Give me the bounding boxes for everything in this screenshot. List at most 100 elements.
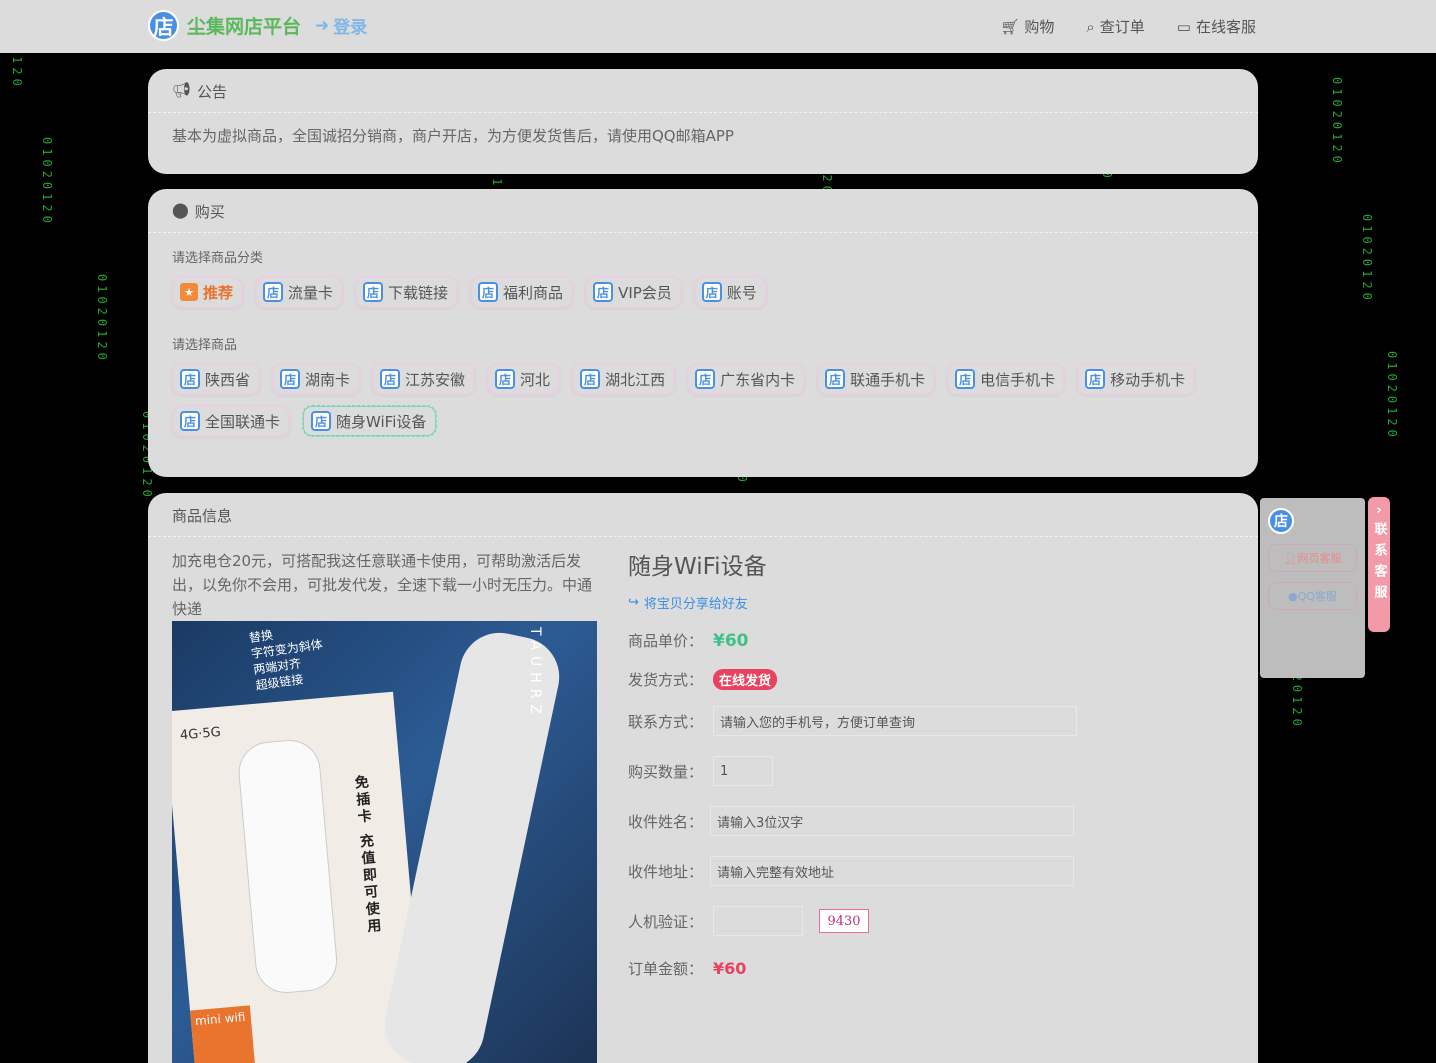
notice-panel: 📢︎ 公告 基本为虚拟商品，全国诚招分销商，商户开店，为方便发货售后，请使用QQ… — [148, 69, 1258, 174]
contact-service-label: 联系客服 — [1371, 522, 1387, 606]
store-icon: 店 — [825, 369, 846, 389]
captcha-row: 人机验证： 9430 — [628, 906, 1088, 936]
store-icon: 店 — [701, 282, 722, 302]
buy-title: 购买 — [194, 203, 225, 221]
nav-orders-label: 查订单 — [1099, 18, 1145, 36]
contact-input[interactable]: 请输入您的手机号，方便订单查询 — [713, 706, 1077, 736]
product-chip[interactable]: 店全国联通卡 — [172, 405, 291, 437]
mini-wifi-label: mini wifi — [190, 1005, 256, 1063]
address-label: 收件地址： — [628, 862, 704, 881]
nav-support-label: 在线客服 — [1195, 18, 1256, 36]
contact-service-tab[interactable]: › 联系客服 — [1368, 497, 1390, 632]
nav-shop[interactable]: 🛒︎ 购物 — [1000, 16, 1054, 37]
category-chip[interactable]: 店流量卡 — [255, 276, 344, 308]
share-link[interactable]: ↪ 将宝贝分享给好友 — [628, 593, 1088, 612]
chat-icon: ▭ — [1176, 17, 1191, 36]
sign-in-icon: ➜ — [315, 15, 330, 36]
store-icon: 店 — [495, 369, 516, 389]
login-label: 登录 — [333, 18, 368, 38]
recipient-input[interactable]: 请输入3位汉字 — [710, 806, 1074, 836]
product-chip[interactable]: 店联通手机卡 — [817, 363, 936, 395]
address-row: 收件地址： 请输入完整有效地址 — [628, 856, 1088, 886]
service-widget: 店 👤︎ 网页客服 ● QQ客服 — [1260, 498, 1365, 678]
login-link[interactable]: ➜ 登录 — [315, 13, 368, 39]
matrix-glyph-column: 01020120 — [95, 274, 109, 364]
matrix-glyph-column: 01020120 — [1360, 214, 1374, 304]
store-icon: 店 — [593, 282, 614, 302]
user-plus-icon: 👤︎ — [1283, 551, 1298, 565]
brand[interactable]: 店 尘集网店平台 ➜ 登录 — [148, 10, 367, 41]
qq-support-button[interactable]: ● QQ客服 — [1268, 582, 1357, 610]
category-chip[interactable]: ★ 推荐 — [172, 276, 244, 308]
product-chip[interactable]: 店湖北江西 — [572, 363, 676, 395]
product-header: 商品信息 — [148, 493, 1258, 537]
chevron-circle-icon: ⬤ — [172, 201, 189, 219]
product-label: 请选择商品 — [172, 338, 238, 353]
store-icon: 店 — [380, 369, 401, 389]
buy-header: ⬤ 购买 — [148, 189, 1258, 233]
product-panel-title: 商品信息 — [172, 507, 233, 525]
store-logo-icon: 店 — [148, 10, 179, 41]
top-navbar: 店 尘集网店平台 ➜ 登录 🛒︎ 购物 ⌕ 查订单 ▭ 在线客服 — [0, 0, 1436, 53]
product-title: 随身WiFi设备 — [628, 554, 767, 580]
ship-label: 发货方式： — [628, 671, 704, 689]
qty-row: 购买数量： 1 — [628, 756, 1088, 786]
store-icon: 店 — [280, 369, 301, 389]
product-chip[interactable]: 店广东省内卡 — [687, 363, 806, 395]
nav-support[interactable]: ▭ 在线客服 — [1177, 16, 1256, 37]
product-list: 店陕西省 店湖南卡 店江苏安徽 店河北 店湖北江西 店广东省内卡 店联通手机卡 … — [172, 363, 1234, 437]
category-list: ★ 推荐 店流量卡 店下载链接 店福利商品 店 VIP会员 店账号 — [172, 276, 1234, 308]
product-image: 替换 字符变为斜体 两端对齐 超级链接 4G·5G 免插卡 充值即可使用 min… — [172, 621, 597, 1063]
product-chip[interactable]: 店江苏安徽 — [372, 363, 476, 395]
product-info: 随身WiFi设备 ↪ 将宝贝分享给好友 商品单价： ¥60 发货方式： 在线发货… — [628, 547, 1088, 979]
product-chip[interactable]: 店陕西省 — [172, 363, 261, 395]
product-chip[interactable]: 店河北 — [487, 363, 561, 395]
recipient-row: 收件姓名： 请输入3位汉字 — [628, 806, 1088, 836]
price-label: 商品单价： — [628, 632, 704, 650]
category-chip[interactable]: 店账号 — [693, 276, 767, 308]
store-icon: 店 — [695, 369, 716, 389]
box-tag: 4G·5G — [179, 724, 222, 744]
product-chip-selected[interactable]: 店随身WiFi设备 — [302, 405, 438, 437]
product-chip[interactable]: 店移动手机卡 — [1077, 363, 1196, 395]
web-support-button[interactable]: 👤︎ 网页客服 — [1268, 544, 1357, 572]
ship-badge: 在线发货 — [713, 669, 778, 690]
nav-orders[interactable]: ⌕ 查订单 — [1086, 16, 1144, 37]
share-label: 将宝贝分享给好友 — [643, 597, 748, 612]
order-total: ¥60 — [713, 959, 747, 978]
matrix-glyph-column: 01020120 — [1385, 351, 1399, 441]
product-chip[interactable]: 店湖南卡 — [272, 363, 361, 395]
category-chip[interactable]: 店福利商品 — [470, 276, 574, 308]
bullhorn-icon: 📢︎ — [172, 81, 192, 99]
quantity-input[interactable]: 1 — [713, 756, 773, 786]
store-icon: 店 — [955, 369, 976, 389]
service-logo: 店 — [1268, 508, 1357, 534]
store-icon: 店 — [363, 282, 384, 302]
unit-price: ¥60 — [713, 630, 749, 651]
address-input[interactable]: 请输入完整有效地址 — [710, 856, 1074, 886]
category-chip[interactable]: 店下载链接 — [355, 276, 459, 308]
contact-label: 联系方式： — [628, 712, 704, 731]
qty-label: 购买数量： — [628, 762, 704, 781]
matrix-glyph-column: 01020120 — [1330, 77, 1344, 167]
store-icon: 店 — [263, 282, 284, 302]
total-row: 订单金额： ¥60 — [628, 958, 1088, 979]
store-icon: 店 — [580, 369, 601, 389]
image-top-text: 替换 字符变为斜体 两端对齐 超级链接 — [248, 627, 324, 693]
contact-row: 联系方式： 请输入您的手机号，方便订单查询 — [628, 706, 1088, 736]
image-side-text: TAUHRZ — [527, 627, 543, 721]
dongle-shape — [237, 738, 339, 995]
top-nav: 🛒︎ 购物 ⌕ 查订单 ▭ 在线客服 — [1000, 16, 1256, 37]
category-chip[interactable]: 店 VIP会员 — [585, 276, 682, 308]
captcha-image[interactable]: 9430 — [819, 909, 869, 933]
store-logo-icon: 店 — [1268, 508, 1294, 534]
store-icon: 店 — [180, 411, 200, 431]
store-icon: 店 — [1085, 369, 1106, 389]
captcha-label: 人机验证： — [628, 912, 704, 931]
captcha-input[interactable] — [713, 906, 803, 936]
product-chip[interactable]: 店电信手机卡 — [947, 363, 1066, 395]
buy-panel: ⬤ 购买 请选择商品分类 ★ 推荐 店流量卡 店下载链接 店福利商品 店 VIP会员… — [148, 189, 1258, 477]
store-icon: 店 — [311, 411, 332, 431]
notice-text: 基本为虚拟商品，全国诚招分销商，商户开店，为方便发货售后，请使用QQ邮箱APP — [172, 127, 734, 145]
brand-title[interactable]: 尘集网店平台 — [187, 12, 301, 39]
